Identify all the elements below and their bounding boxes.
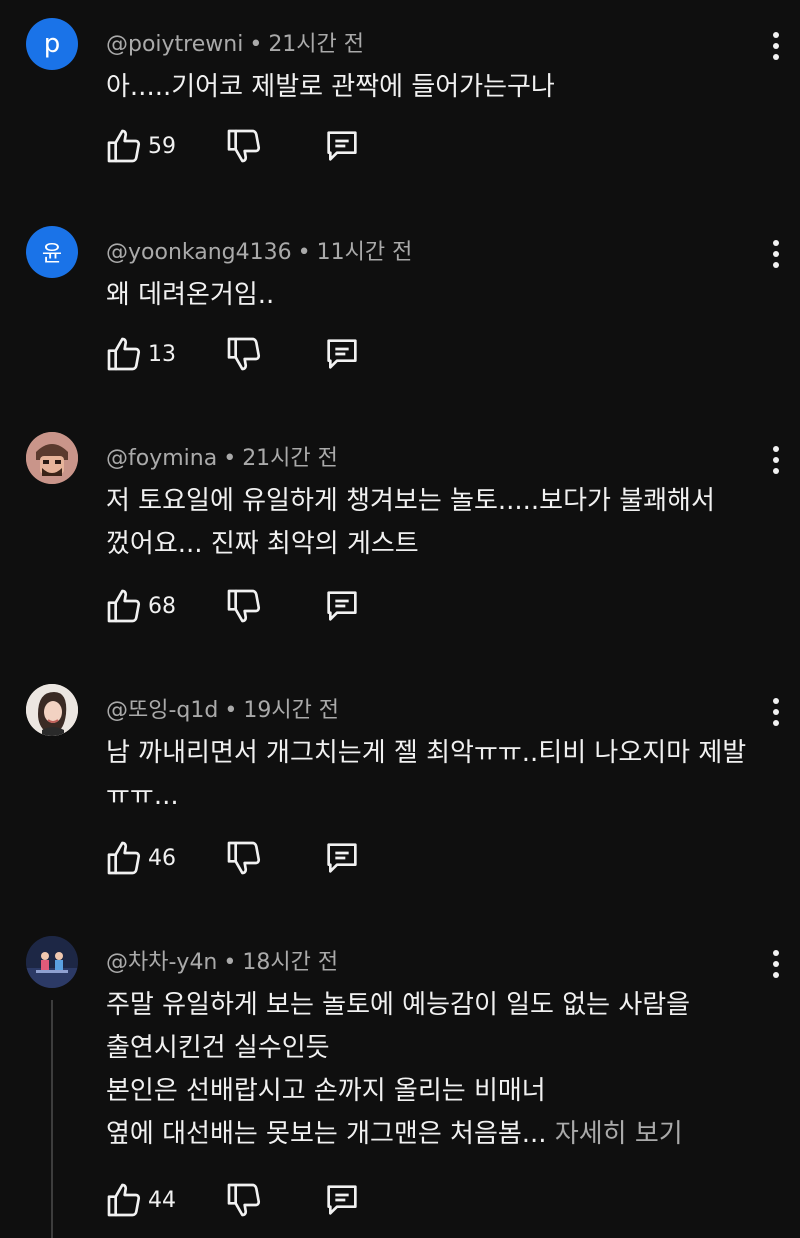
avatar-letter: p [43,29,61,59]
comment-text: 저 토요일에 유일하게 챙겨보는 놀토.....보다가 불쾌해서 껐어요... … [106,480,776,566]
comment-line: 남 까내리면서 개그치는게 젤 최악ㅠㅠ..티비 나오지마 제발 [106,738,747,768]
thumbs-down-icon [227,589,261,623]
thumbs-up-icon [107,337,141,371]
comment-meta: @또잉-q1d • 19시간 전 [106,692,339,724]
dislike-button[interactable] [224,838,264,878]
avatar[interactable]: p [26,18,78,70]
comment-line: 아.....기어코 제발로 관짝에 들어가는구나 [106,72,555,102]
more-options-icon[interactable] [770,32,782,68]
avatar[interactable] [26,936,78,988]
comment-actions: 68 [104,586,362,626]
comment-icon [327,591,357,621]
comment-meta: @poiytrewni • 21시간 전 [106,26,364,58]
comment-actions: 46 [104,838,362,878]
timestamp[interactable]: 18시간 전 [242,950,338,975]
dislike-button[interactable] [224,334,264,374]
reply-button[interactable] [322,334,362,374]
comment-icon [327,131,357,161]
reply-button[interactable] [322,126,362,166]
dislike-button[interactable] [224,586,264,626]
comment-line: 본인은 선배랍시고 손까지 올리는 비매너 [106,1076,546,1106]
like-count: 59 [148,133,176,159]
reply-thread-line [51,1000,53,1238]
avatar-character-icon [26,432,78,484]
reply-button[interactable] [322,1180,362,1220]
thumbs-up-icon [107,841,141,875]
read-more-link[interactable]: 자세히 보기 [555,1119,683,1149]
timestamp[interactable]: 19시간 전 [243,698,339,723]
thumbs-down-icon [227,1183,261,1217]
reply-button[interactable] [322,586,362,626]
comment-meta: @차차-y4n • 18시간 전 [106,944,338,976]
more-options-icon[interactable] [770,446,782,482]
dislike-button[interactable] [224,126,264,166]
separator-dot: • [249,32,263,57]
comment-text: 아.....기어코 제발로 관짝에 들어가는구나 [106,66,776,109]
like-count: 13 [148,341,176,367]
like-button[interactable]: 44 [104,1180,218,1220]
username[interactable]: @차차-y4n [106,950,217,975]
comment-line: 저 토요일에 유일하게 챙겨보는 놀토.....보다가 불쾌해서 [106,486,715,516]
avatar-letter: 윤 [41,242,63,267]
more-options-icon[interactable] [770,240,782,276]
more-options-icon[interactable] [770,950,782,986]
timestamp[interactable]: 21시간 전 [242,446,338,471]
more-options-icon[interactable] [770,698,782,734]
comment-icon [327,1185,357,1215]
separator-dot: • [297,240,311,265]
thumbs-up-icon [107,129,141,163]
comment-icon [327,843,357,873]
timestamp[interactable]: 21시간 전 [268,32,364,57]
comment-text: 남 까내리면서 개그치는게 젤 최악ㅠㅠ..티비 나오지마 제발 ㅠㅠ... [106,732,776,818]
comment-meta: @foymina • 21시간 전 [106,440,338,472]
like-button[interactable]: 13 [104,334,218,374]
comment-line: 출연시킨건 실수인듯 [106,1033,330,1063]
like-button[interactable]: 59 [104,126,218,166]
separator-dot: • [223,950,237,975]
avatar[interactable]: 윤 [26,226,78,278]
comment-line: 껐어요... 진짜 최악의 게스트 [106,529,419,559]
comment-meta: @yoonkang4136 • 11시간 전 [106,234,412,266]
username[interactable]: @또잉-q1d [106,698,218,723]
separator-dot: • [224,698,238,723]
comment-line-text: 옆에 대선배는 못보는 개그맨은 처음봄... [106,1119,555,1149]
comment-line: ㅠㅠ... [106,781,179,811]
like-count: 46 [148,845,176,871]
comment-text: 주말 유일하게 보는 놀토에 예능감이 일도 없는 사람을 출연시킨건 실수인듯… [106,984,776,1156]
thumbs-down-icon [227,129,261,163]
separator-dot: • [223,446,237,471]
thumbs-up-icon [107,589,141,623]
avatar[interactable] [26,432,78,484]
reply-button[interactable] [322,838,362,878]
thumbs-down-icon [227,841,261,875]
comment-actions: 59 [104,126,362,166]
thumbs-up-icon [107,1183,141,1217]
comment-line: 주말 유일하게 보는 놀토에 예능감이 일도 없는 사람을 [106,990,691,1020]
comment-actions: 13 [104,334,362,374]
avatar-portrait-icon [26,684,78,736]
like-button[interactable]: 46 [104,838,218,878]
comment-text: 왜 데려온거임.. [106,274,776,317]
like-button[interactable]: 68 [104,586,218,626]
comment-line: 왜 데려온거임.. [106,280,275,310]
comment-line: 옆에 대선배는 못보는 개그맨은 처음봄... 자세히 보기 [106,1113,776,1156]
timestamp[interactable]: 11시간 전 [317,240,413,265]
dislike-button[interactable] [224,1180,264,1220]
thumbs-down-icon [227,337,261,371]
comment-icon [327,339,357,369]
like-count: 68 [148,593,176,619]
avatar-scene-icon [26,936,78,988]
username[interactable]: @poiytrewni [106,32,243,57]
avatar[interactable] [26,684,78,736]
username[interactable]: @yoonkang4136 [106,240,292,265]
username[interactable]: @foymina [106,446,217,471]
like-count: 44 [148,1187,176,1213]
comment-actions: 44 [104,1180,362,1220]
